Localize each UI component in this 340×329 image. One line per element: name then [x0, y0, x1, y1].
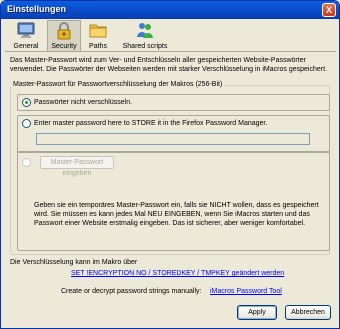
tab-shared-scripts[interactable]: Shared scripts [117, 20, 173, 51]
option-no-encryption-label: Passwörter nicht verschlüsseln. [34, 99, 133, 106]
users-icon [137, 23, 153, 38]
radio-temporary-password[interactable] [22, 158, 31, 167]
password-tool-prompt: Create or decrypt password strings manua… [61, 288, 202, 295]
tab-general[interactable]: General [7, 20, 45, 51]
option-no-encryption[interactable]: Passwörter nicht verschlüsseln. [17, 94, 330, 111]
option-store-password[interactable]: Enter master password here to STORE it i… [17, 115, 330, 153]
tab-paths-label: Paths [89, 43, 107, 50]
password-tool-link[interactable]: iMacros Password Tool [210, 288, 282, 295]
monitor-icon [17, 22, 35, 38]
encryption-command-link[interactable]: SET !ENCRYPTION NO / STOREDKEY / TMPKEY … [71, 270, 284, 277]
enter-master-password-button[interactable]: Master-Passwort eingeben [40, 156, 114, 177]
settings-window: Einstellungen X General Security Paths S… [0, 0, 340, 329]
radio-store-password[interactable] [22, 119, 31, 128]
close-button[interactable]: X [322, 3, 336, 17]
folder-icon [89, 24, 107, 38]
cancel-button[interactable]: Abbrechen [285, 305, 331, 320]
lock-icon [57, 22, 71, 40]
toolbar-divider [5, 51, 336, 52]
option-store-password-label: Enter master password here to STORE it i… [34, 120, 268, 127]
tab-general-label: General [13, 43, 39, 50]
window-title: Einstellungen [7, 4, 67, 14]
intro-text: Das Master-Passwort wird zum Ver- und En… [10, 57, 327, 73]
radio-no-encryption[interactable] [22, 98, 31, 107]
close-icon: X [325, 5, 332, 15]
option-temporary-password-description: Geben sie ein temporäres Master-Passwort… [34, 202, 319, 227]
tab-security[interactable]: Security [47, 20, 81, 51]
tab-shared-scripts-label: Shared scripts [122, 43, 168, 50]
tab-paths[interactable]: Paths [83, 20, 113, 51]
master-password-input[interactable] [36, 133, 310, 145]
title-bar[interactable]: Einstellungen X [1, 1, 339, 19]
apply-button[interactable]: Apply [237, 305, 277, 320]
settings-toolbar: General Security Paths Shared scripts [5, 20, 335, 51]
group-legend: Master-Passwort für Passwortverschlüssel… [11, 81, 225, 88]
encryption-note: Die Verschlüsselung kann im Makro über [10, 259, 138, 266]
tab-security-label: Security [51, 43, 77, 50]
